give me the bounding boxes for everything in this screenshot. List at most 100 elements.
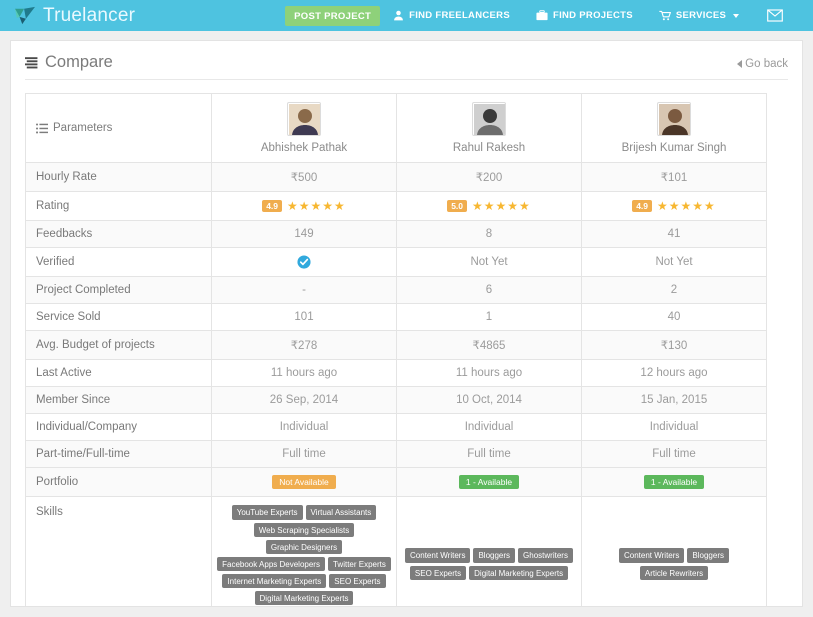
freelancer-name: Brijesh Kumar Singh	[588, 142, 760, 155]
cell-value: ₹4865	[397, 331, 582, 360]
cell-value: 4.9 ★★★★★	[582, 192, 767, 221]
nav-find-projects-label: FIND PROJECTS	[553, 10, 633, 21]
skill-tag[interactable]: SEO Experts	[329, 574, 385, 588]
skill-tag[interactable]: Internet Marketing Experts	[222, 574, 326, 588]
table-row: Verified Not YetNot Yet	[26, 248, 767, 277]
nav-notifications[interactable]	[798, 9, 813, 23]
envelope-icon	[767, 9, 783, 22]
cell-value: 26 Sep, 2014	[212, 387, 397, 414]
table-header-row: Parameters Abhishek Pathak Rahul Rakesh Bri…	[26, 94, 767, 163]
skill-tag[interactable]: YouTube Experts	[232, 505, 303, 519]
rating-badge: 5.0	[447, 200, 467, 212]
cell-value: 6	[397, 277, 582, 304]
freelancer-name: Rahul Rakesh	[403, 142, 575, 155]
freelancer-header-cell: Rahul Rakesh	[397, 94, 582, 163]
nav-find-freelancers[interactable]: FIND FREELANCERS	[380, 10, 523, 21]
panel-header: Compare Go back	[25, 53, 788, 80]
skill-tag[interactable]: Twitter Experts	[328, 557, 391, 571]
go-back-link[interactable]: Go back	[737, 58, 788, 72]
skill-tag[interactable]: Virtual Assistants	[306, 505, 377, 519]
list-bars-icon	[25, 56, 41, 70]
parameters-list-icon	[36, 123, 48, 134]
cell-value: 4.9★★★★★	[212, 192, 397, 221]
skill-tag[interactable]: Ghostwriters	[518, 548, 573, 562]
row-label: Service Sold	[26, 304, 212, 331]
top-navigation-bar: Truelancer POST PROJECT FIND FREELANCERS…	[0, 0, 813, 31]
cell-value: Not Yet	[397, 248, 582, 277]
skill-tag[interactable]: Article Rewriters	[640, 566, 708, 580]
table-row: Feedbacks149841	[26, 221, 767, 248]
rating-value: 4.9★★★★★	[262, 199, 346, 213]
row-label: Member Since	[26, 387, 212, 414]
cell-value: Full time	[212, 441, 397, 468]
table-row-portfolio: PortfolioNot Available1 - Available1 - A…	[26, 468, 767, 497]
skill-tag[interactable]: Digital Marketing Experts	[255, 591, 354, 605]
avatar[interactable]	[287, 102, 321, 136]
truelancer-logo-icon	[14, 6, 36, 26]
cell-value: Full time	[397, 441, 582, 468]
cell-value: 2	[582, 277, 767, 304]
nav-services[interactable]: SERVICES	[646, 10, 752, 21]
chevron-left-icon	[737, 60, 742, 68]
rating-value: 4.9 ★★★★★	[632, 199, 716, 213]
cell-value: Not Yet	[582, 248, 767, 277]
skill-tag[interactable]: Digital Marketing Experts	[469, 566, 568, 580]
cell-value: 12 hours ago	[582, 360, 767, 387]
skill-tag[interactable]: Bloggers	[687, 548, 729, 562]
cell-value: Not Available	[212, 468, 397, 497]
skill-tag[interactable]: Graphic Designers	[266, 540, 342, 554]
skill-tag[interactable]: Content Writers	[405, 548, 470, 562]
row-label: Verified	[26, 248, 212, 277]
cell-value: 5.0★★★★★	[397, 192, 582, 221]
cell-value: -	[212, 277, 397, 304]
skill-tag[interactable]: Bloggers	[473, 548, 515, 562]
cell-value: Individual	[582, 414, 767, 441]
skill-tag[interactable]: Facebook Apps Developers	[217, 557, 325, 571]
cell-value: Individual	[212, 414, 397, 441]
avatar[interactable]	[657, 102, 691, 136]
row-label: Rating	[26, 192, 212, 221]
chevron-down-icon	[733, 14, 739, 18]
skill-tag[interactable]: Content Writers	[619, 548, 684, 562]
row-label: Portfolio	[26, 468, 212, 497]
nav-find-projects[interactable]: FIND PROJECTS	[523, 10, 646, 21]
freelancer-name: Abhishek Pathak	[218, 142, 390, 155]
parameters-header-label: Parameters	[53, 122, 112, 134]
rating-badge: 4.9	[262, 200, 282, 212]
freelancer-header-cell: Abhishek Pathak	[212, 94, 397, 163]
cell-value: 1	[397, 304, 582, 331]
table-row: Avg. Budget of projects₹278₹4865₹130	[26, 331, 767, 360]
nav-messages[interactable]	[752, 9, 798, 22]
nav-services-label: SERVICES	[676, 10, 726, 21]
skills-cell: Content WritersBloggers Article Rewriters	[582, 497, 767, 607]
skill-tag[interactable]: SEO Experts	[410, 566, 466, 580]
star-icons: ★★★★★	[657, 199, 716, 213]
page-background: Compare Go back Parameters Abhishek Patha…	[0, 31, 813, 617]
cell-value: 40	[582, 304, 767, 331]
table-row: Last Active11 hours ago11 hours ago12 ho…	[26, 360, 767, 387]
cell-value: Full time	[582, 441, 767, 468]
cell-value: 149	[212, 221, 397, 248]
page-title-text: Compare	[45, 53, 113, 72]
rating-value: 5.0★★★★★	[447, 199, 531, 213]
cell-value: 11 hours ago	[212, 360, 397, 387]
brand-logo-area[interactable]: Truelancer	[14, 5, 135, 27]
rating-badge: 4.9	[632, 200, 652, 212]
parameters-header-cell: Parameters	[26, 94, 212, 163]
avatar[interactable]	[472, 102, 506, 136]
cell-value: 41	[582, 221, 767, 248]
post-project-button[interactable]: POST PROJECT	[285, 6, 380, 26]
table-row-skills: SkillsYouTube ExpertsVirtual AssistantsW…	[26, 497, 767, 607]
cell-value: 1 - Available	[397, 468, 582, 497]
row-label: Avg. Budget of projects	[26, 331, 212, 360]
row-label: Project Completed	[26, 277, 212, 304]
skills-cell: Content WritersBloggersGhostwriters SEO E…	[397, 497, 582, 607]
table-row: Rating4.9★★★★★5.0★★★★★4.9★★★★★	[26, 192, 767, 221]
cell-value: Individual	[397, 414, 582, 441]
cart-icon	[659, 10, 671, 21]
cell-value: 101	[212, 304, 397, 331]
comparison-table: Parameters Abhishek Pathak Rahul Rakesh Bri…	[25, 93, 767, 607]
nav-links: POST PROJECT FIND FREELANCERS FIND PROJE…	[285, 6, 813, 26]
row-label: Part-time/Full-time	[26, 441, 212, 468]
skill-tag[interactable]: Web Scraping Specialists	[254, 523, 355, 537]
